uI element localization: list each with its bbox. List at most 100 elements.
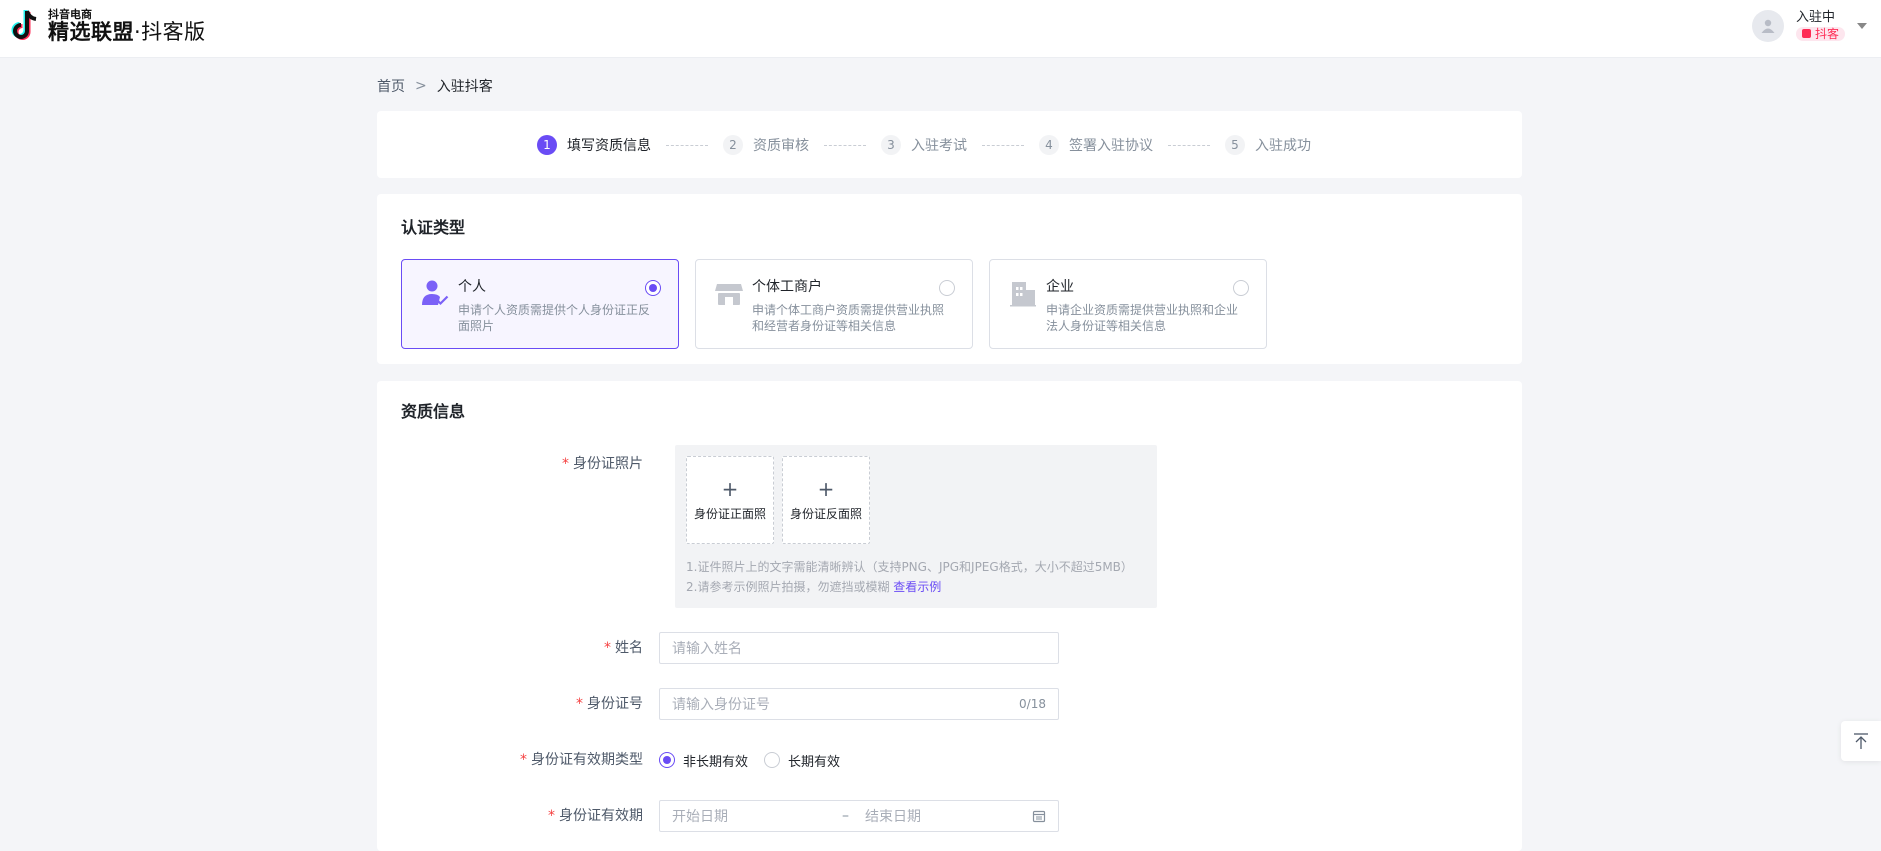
person-check-icon: [422, 280, 449, 306]
step-connector: [1168, 144, 1210, 146]
option-desc: 申请个人资质需提供个人身份证正反面照片: [458, 303, 651, 333]
radio-button[interactable]: [659, 752, 675, 768]
view-example-link[interactable]: 查看示例: [893, 580, 941, 594]
step-label: 资质审核: [753, 138, 809, 154]
id-number-label: 身份证号: [587, 696, 643, 712]
chevron-down-icon[interactable]: [1857, 23, 1867, 30]
breadcrumb-current: 入驻抖客: [436, 79, 493, 95]
chat-icon: [1801, 29, 1811, 39]
auth-type-card: 认证类型 个人 申请个人资质需提供个人身份证正反面照片 个体工商户 申请个体工商…: [377, 194, 1522, 364]
id-photo-row: * 身份证照片: [377, 453, 659, 473]
section-title: 认证类型: [401, 218, 466, 237]
name-input[interactable]: 请输入姓名: [659, 632, 1059, 664]
user-icon: [1761, 20, 1775, 34]
field-label: * 姓名: [377, 632, 659, 664]
upload-hints: 1.证件照片上的文字需能清晰辨认（支持PNG、JPG和JPEG格式，大小不超过5…: [686, 557, 1133, 597]
breadcrumb: 首页 > 入驻抖客: [377, 76, 493, 96]
chevron-right-icon: >: [415, 78, 427, 94]
name-label: 姓名: [615, 640, 643, 656]
start-date-placeholder[interactable]: 开始日期: [672, 806, 832, 826]
step-number: 4: [1039, 135, 1059, 155]
step-number: 1: [537, 135, 557, 155]
auth-type-personal[interactable]: 个人 申请个人资质需提供个人身份证正反面照片: [401, 259, 679, 349]
hint-line-2: 2.请参考示例照片拍摄，勿遮挡或模糊: [686, 580, 890, 594]
step-5: 5 入驻成功: [1225, 135, 1311, 155]
id-number-row: * 身份证号 请输入身份证号 0/18: [377, 688, 1059, 720]
logo[interactable]: 抖音电商 精选联盟·抖客版: [8, 8, 206, 44]
progress-steps: 1 填写资质信息 2 资质审核 3 入驻考试 4 签署入驻协议 5 入驻成功: [537, 135, 1311, 155]
required-mark: *: [562, 456, 569, 472]
option-title: 企业: [1046, 279, 1074, 295]
qualification-card: 资质信息 * 身份证照片 + 身份证正面照 + 身份证反面照 1.证件照片上的文字…: [377, 381, 1522, 851]
validity-row: * 身份证有效期 开始日期 – 结束日期: [377, 800, 1059, 832]
step-label: 入驻考试: [911, 138, 967, 154]
step-label: 签署入驻协议: [1069, 138, 1153, 154]
id-number-input[interactable]: 请输入身份证号 0/18: [659, 688, 1059, 720]
radio-individual-business[interactable]: [939, 280, 955, 296]
plus-icon: +: [817, 476, 835, 501]
required-mark: *: [520, 752, 527, 768]
breadcrumb-home[interactable]: 首页: [377, 76, 405, 96]
user-role-badge: 抖客: [1795, 26, 1845, 41]
required-mark: *: [548, 808, 555, 824]
steps-card: 1 填写资质信息 2 资质审核 3 入驻考试 4 签署入驻协议 5 入驻成功: [377, 111, 1522, 178]
step-4: 4 签署入驻协议: [1039, 135, 1153, 155]
arrow-up-icon: [1854, 733, 1868, 749]
radio-personal[interactable]: [645, 280, 661, 296]
radio-label: 非长期有效: [683, 754, 749, 770]
validity-option-permanent[interactable]: 长期有效: [764, 751, 840, 770]
upload-id-back[interactable]: + 身份证反面照: [782, 456, 870, 544]
auth-type-options: 个人 申请个人资质需提供个人身份证正反面照片 个体工商户 申请个体工商户资质需提…: [401, 259, 1267, 349]
step-number: 5: [1225, 135, 1245, 155]
radio-enterprise[interactable]: [1233, 280, 1249, 296]
name-row: * 姓名 请输入姓名: [377, 632, 1059, 664]
id-number-placeholder: 请输入身份证号: [672, 697, 770, 713]
brand-main: 精选联盟: [48, 20, 134, 44]
id-photo-label: 身份证照片: [573, 456, 643, 472]
required-mark: *: [604, 640, 611, 656]
step-number: 3: [881, 135, 901, 155]
step-connector: [982, 144, 1024, 146]
step-2: 2 资质审核: [723, 135, 809, 155]
step-label: 填写资质信息: [567, 138, 651, 154]
validity-option-non-permanent[interactable]: 非长期有效: [659, 751, 748, 770]
option-desc: 申请个体工商户资质需提供营业执照和经营者身份证等相关信息: [752, 303, 945, 333]
user-menu[interactable]: 入驻中 抖客: [1751, 10, 1867, 43]
brand-small: 抖音电商: [48, 8, 92, 21]
user-status: 入驻中: [1795, 10, 1835, 25]
upload-label: 身份证正面照: [693, 506, 766, 521]
calendar-icon[interactable]: [1032, 809, 1046, 823]
top-bar: 抖音电商 精选联盟·抖客版 入驻中 抖客: [0, 0, 1881, 58]
validity-date-range[interactable]: 开始日期 – 结束日期: [659, 800, 1059, 832]
section-title: 资质信息: [401, 402, 466, 421]
avatar[interactable]: [1751, 10, 1784, 43]
range-separator: –: [842, 808, 849, 824]
name-placeholder: 请输入姓名: [672, 641, 742, 657]
step-connector: [666, 144, 708, 146]
required-mark: *: [576, 696, 583, 712]
auth-type-enterprise[interactable]: 企业 申请企业资质需提供营业执照和企业法人身份证等相关信息: [989, 259, 1267, 349]
back-to-top-button[interactable]: [1841, 721, 1881, 761]
building-icon: [1010, 282, 1036, 307]
step-label: 入驻成功: [1255, 138, 1311, 154]
step-number: 2: [723, 135, 743, 155]
id-photo-upload-area: + 身份证正面照 + 身份证反面照 1.证件照片上的文字需能清晰辨认（支持PNG…: [675, 445, 1157, 608]
plus-icon: +: [721, 476, 739, 501]
brand-sub: ·抖客版: [134, 20, 206, 44]
radio-button[interactable]: [764, 752, 781, 768]
user-role-label: 抖客: [1814, 26, 1839, 41]
tiktok-logo-icon: [11, 10, 37, 40]
auth-type-individual-business[interactable]: 个体工商户 申请个体工商户资质需提供营业执照和经营者身份证等相关信息: [695, 259, 973, 349]
end-date-placeholder[interactable]: 结束日期: [865, 806, 1032, 826]
option-desc: 申请企业资质需提供营业执照和企业法人身份证等相关信息: [1046, 303, 1239, 333]
upload-id-front[interactable]: + 身份证正面照: [686, 456, 774, 544]
option-title: 个体工商户: [752, 279, 822, 295]
validity-label: 身份证有效期: [559, 808, 643, 824]
shop-icon: [715, 284, 743, 305]
step-1: 1 填写资质信息: [537, 135, 651, 155]
validity-type-row: * 身份证有效期类型 非长期有效 长期有效: [377, 744, 856, 776]
field-label: * 身份证号: [377, 688, 659, 720]
step-connector: [824, 144, 866, 146]
option-title: 个人: [458, 279, 486, 295]
radio-label: 长期有效: [788, 754, 841, 770]
